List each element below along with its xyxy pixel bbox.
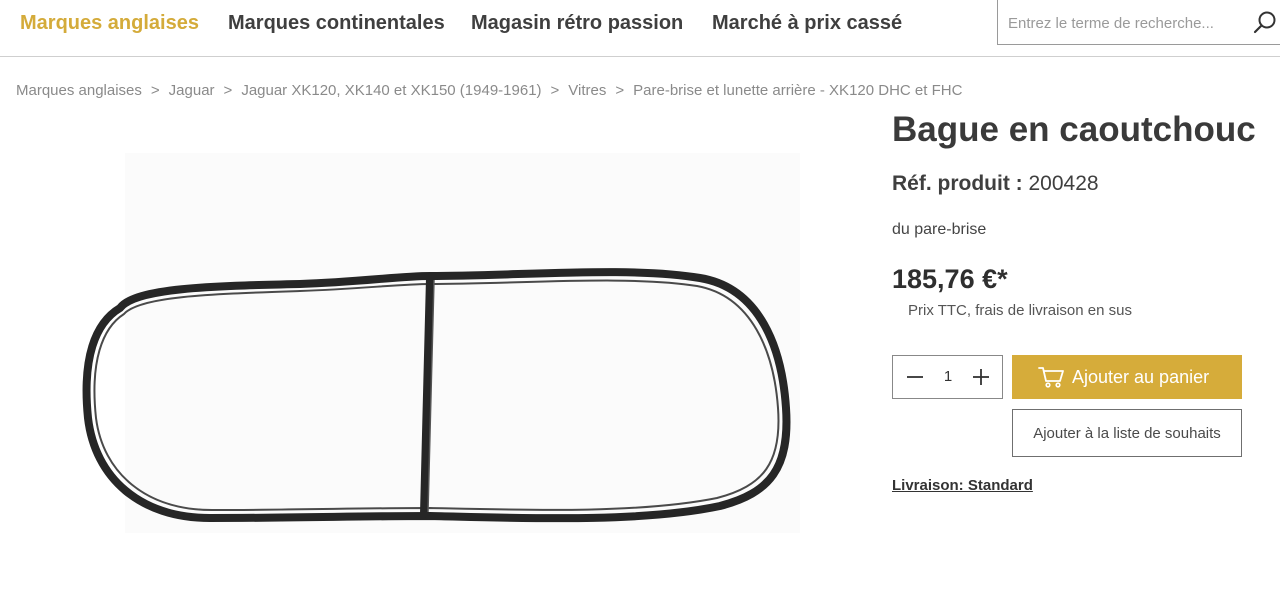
product-image[interactable] — [0, 118, 860, 607]
nav-item-marche-prix-casse[interactable]: Marché à prix cassé — [712, 12, 902, 35]
quantity-value[interactable]: 1 — [931, 368, 965, 385]
quantity-stepper: 1 — [892, 355, 1003, 399]
breadcrumb-separator: > — [150, 82, 160, 99]
search-icon[interactable] — [1252, 10, 1278, 36]
cart-icon — [1038, 367, 1064, 388]
product-reference: Réf. produit : 200428 — [892, 172, 1099, 196]
minus-icon[interactable] — [904, 366, 926, 388]
breadcrumb-separator: > — [223, 82, 233, 99]
add-to-cart-button[interactable]: Ajouter au panier — [1012, 355, 1242, 399]
search-input[interactable] — [1008, 10, 1238, 36]
windscreen-seal-image — [82, 153, 800, 533]
plus-icon[interactable] — [970, 366, 992, 388]
add-to-cart-label: Ajouter au panier — [1072, 366, 1210, 387]
breadcrumb-separator: > — [615, 82, 625, 99]
breadcrumb-item-jaguar[interactable]: Jaguar — [169, 82, 215, 99]
product-price: 185,76 €* — [892, 264, 1008, 294]
top-navigation: Marques anglaises Marques continentales … — [0, 0, 1280, 57]
breadcrumb-item-pare-brise[interactable]: Pare-brise et lunette arrière - XK120 DH… — [633, 82, 962, 99]
breadcrumb-item-marques-anglaises[interactable]: Marques anglaises — [16, 82, 142, 99]
product-title: Bague en caoutchouc — [892, 110, 1256, 149]
nav-item-marques-anglaises[interactable]: Marques anglaises — [20, 12, 199, 35]
breadcrumb-separator: > — [550, 82, 560, 99]
product-reference-value: 200428 — [1028, 172, 1099, 195]
search-box — [997, 0, 1280, 45]
breadcrumb-item-vitres[interactable]: Vitres — [568, 82, 606, 99]
nav-item-marques-continentales[interactable]: Marques continentales — [228, 12, 445, 35]
delivery-link[interactable]: Livraison: Standard — [892, 477, 1033, 494]
product-reference-label: Réf. produit : — [892, 172, 1023, 195]
add-to-wishlist-button[interactable]: Ajouter à la liste de souhaits — [1012, 409, 1242, 457]
nav-item-magasin-retro-passion[interactable]: Magasin rétro passion — [471, 12, 683, 35]
price-note: Prix TTC, frais de livraison en sus — [908, 302, 1132, 319]
breadcrumb-item-model-range[interactable]: Jaguar XK120, XK140 et XK150 (1949-1961) — [241, 82, 541, 99]
breadcrumb: Marques anglaises > Jaguar > Jaguar XK120, X… — [16, 82, 962, 99]
product-description: du pare-brise — [892, 221, 987, 238]
